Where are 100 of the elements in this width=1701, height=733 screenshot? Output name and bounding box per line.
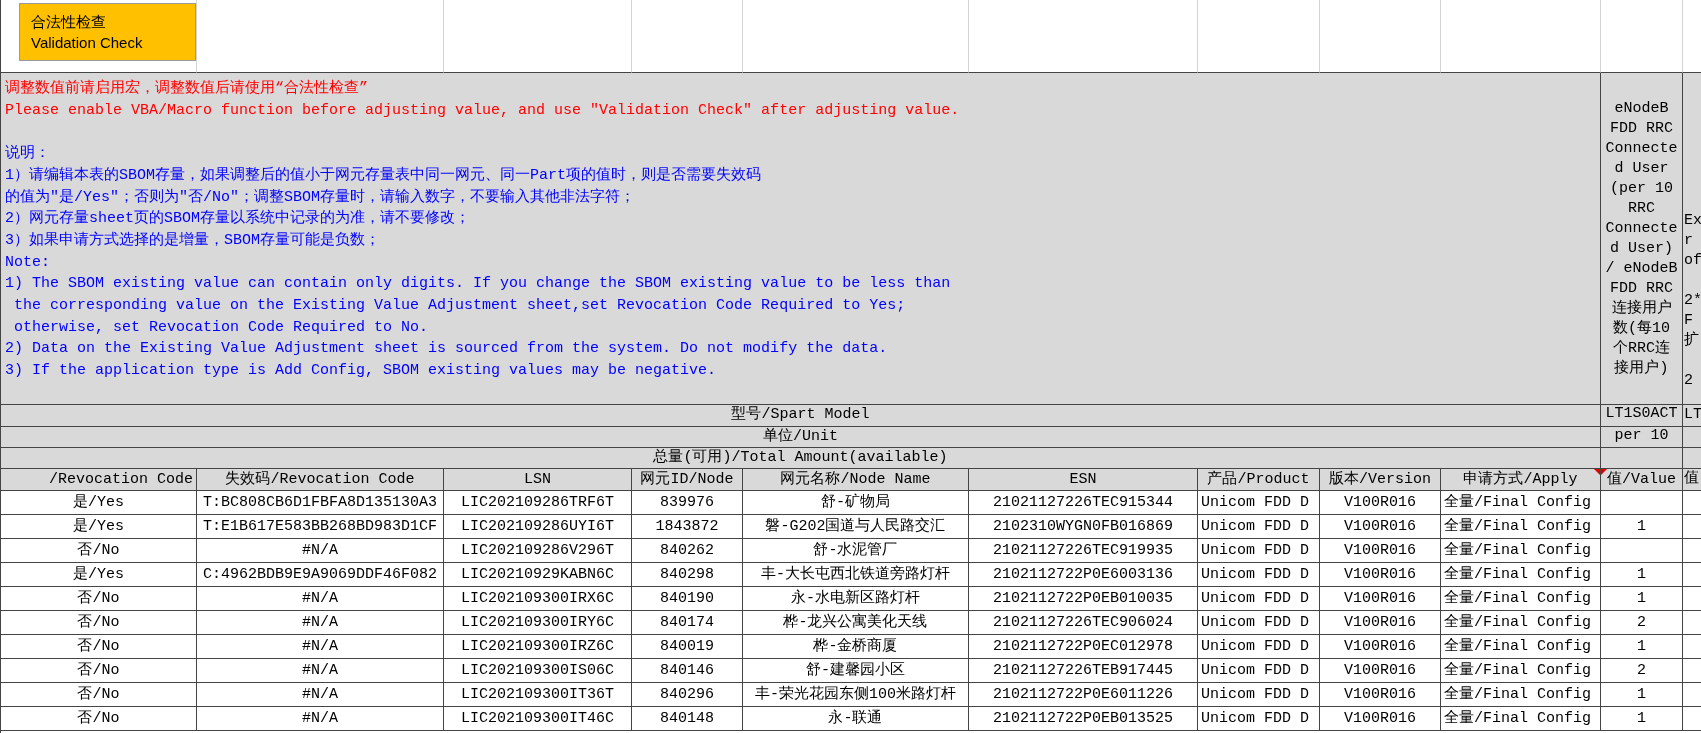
- column-header: d User): [1610, 238, 1673, 259]
- table-cell: 1: [1601, 635, 1683, 659]
- table-cell: #N/A: [197, 611, 444, 635]
- column-header: RRC: [1628, 198, 1655, 219]
- table-cell: 磐-G202国道与人民路交汇: [743, 515, 969, 539]
- column-header: 申请方式/Apply: [1441, 469, 1601, 491]
- table-cell: C:4962BDB9E9A9069DDF46F082: [197, 563, 444, 587]
- table-cell: 否/No: [1, 611, 197, 635]
- table-cell: LIC20210929KABN6C: [444, 563, 632, 587]
- table-cell: #N/A: [197, 659, 444, 683]
- table-cell: 全量/Final Config: [1441, 611, 1601, 635]
- table-cell: 舒-建馨园小区: [743, 659, 969, 683]
- table-cell: LIC202109300IT46C: [444, 707, 632, 731]
- column-header: / eNodeB: [1605, 258, 1678, 279]
- table-cell: #N/A: [197, 707, 444, 731]
- table-cell: 桦-龙兴公寓美化天线: [743, 611, 969, 635]
- table-cell: #N/A: [197, 587, 444, 611]
- table-cell: Unicom FDD D: [1198, 635, 1320, 659]
- column-header: ESN: [969, 469, 1198, 491]
- table-cell: 全量/Final Config: [1441, 659, 1601, 683]
- instruction-text: 2) Data on the Existing Value Adjustment sheet is sourced from the system. Do not modify the data.: [5, 339, 888, 360]
- table-cell: 全量/Final Config: [1441, 587, 1601, 611]
- validation-check-button[interactable]: 合法性检查 Validation Check: [19, 3, 196, 61]
- table-cell: LT1S0ACT: [1601, 405, 1683, 427]
- table-cell: T:BC808CB6D1FBFA8D135130A3: [197, 491, 444, 515]
- table-cell: V100R016: [1320, 683, 1441, 707]
- table-cell: LT: [1683, 405, 1701, 427]
- column-header: Ex: [1684, 211, 1701, 231]
- table-cell: 2102112722P0E6003136: [969, 563, 1198, 587]
- column-header: of: [1684, 251, 1701, 271]
- column-header: 网元ID/Node: [632, 469, 743, 491]
- table-cell: 全量/Final Config: [1441, 563, 1601, 587]
- table-cell: 2: [1601, 611, 1683, 635]
- instruction-text: 3) If the application type is Add Config, SBOM existing values may be negative.: [5, 361, 717, 382]
- table-cell: 是/Yes: [1, 491, 197, 515]
- table-cell: Unicom FDD D: [1198, 539, 1320, 563]
- table-cell: #N/A: [197, 539, 444, 563]
- instruction-text: 说明：: [5, 144, 50, 165]
- column-header: LSN: [444, 469, 632, 491]
- table-cell: 全量/Final Config: [1441, 683, 1601, 707]
- table-cell: 2102112722P0EC012978: [969, 635, 1198, 659]
- column-header: (per 10: [1610, 178, 1673, 199]
- table-cell: per 10: [1601, 427, 1683, 448]
- table-cell: 舒-矿物局: [743, 491, 969, 515]
- table-cell: 全量/Final Config: [1441, 539, 1601, 563]
- column-header: /Revocation Code: [1, 469, 197, 491]
- table-cell: LIC202109300IS06C: [444, 659, 632, 683]
- table-cell: V100R016: [1320, 659, 1441, 683]
- instruction-text: the corresponding value on the Existing Value Adjustment sheet,set Revocation Code Required to Yes;: [13, 296, 906, 316]
- table-cell: 840262: [632, 539, 743, 563]
- table-cell: V100R016: [1320, 539, 1441, 563]
- table-cell: V100R016: [1320, 563, 1441, 587]
- table-cell: T:E1B617E583BB268BD983D1CF: [197, 515, 444, 539]
- table-cell: Unicom FDD D: [1198, 491, 1320, 515]
- instruction-text: otherwise, set Revocation Code Required to No.: [13, 317, 429, 338]
- column-header: 产品/Product: [1198, 469, 1320, 491]
- table-cell: 21021127226TEC915344: [969, 491, 1198, 515]
- column-header: eNodeB: [1614, 98, 1669, 119]
- column-header: Connecte: [1605, 218, 1678, 239]
- table-cell: LIC202109286V296T: [444, 539, 632, 563]
- table-cell: 2102310WYGN0FB016869: [969, 515, 1198, 539]
- table-cell: V100R016: [1320, 515, 1441, 539]
- table-cell: 1: [1601, 563, 1683, 587]
- table-cell: 全量/Final Config: [1441, 707, 1601, 731]
- column-header: 网元名称/Node Name: [743, 469, 969, 491]
- table-cell: 全量/Final Config: [1441, 515, 1601, 539]
- table-cell: LIC202109300IT36T: [444, 683, 632, 707]
- table-cell: 永-联通: [743, 707, 969, 731]
- instruction-text: 3）如果申请方式选择的是增量，SBOM存量可能是负数；: [5, 230, 380, 251]
- table-cell: 桦-金桥商厦: [743, 635, 969, 659]
- table-cell: Unicom FDD D: [1198, 659, 1320, 683]
- table-cell: V100R016: [1320, 707, 1441, 731]
- table-cell: 839976: [632, 491, 743, 515]
- table-cell: 永-水电新区路灯杆: [743, 587, 969, 611]
- column-header: d User: [1614, 158, 1669, 179]
- table-cell: 840148: [632, 707, 743, 731]
- table-cell: 1: [1601, 707, 1683, 731]
- column-header: 值/Value: [1601, 469, 1683, 491]
- column-header: Connecte: [1605, 138, 1678, 159]
- table-cell: 2102112722P0EB010035: [969, 587, 1198, 611]
- table-cell: 是/Yes: [1, 515, 197, 539]
- table-cell: LIC202109300IRZ6C: [444, 635, 632, 659]
- table-cell: Unicom FDD D: [1198, 563, 1320, 587]
- table-cell: 丰-大长屯西北铁道旁路灯杆: [743, 563, 969, 587]
- instruction-text: 1) The SBOM existing value can contain only digits. If you change the SBOM existing value to be less than: [5, 274, 951, 295]
- table-cell: V100R016: [1320, 635, 1441, 659]
- table-cell: V100R016: [1320, 491, 1441, 515]
- column-header: FDD RRC: [1610, 118, 1673, 139]
- table-cell: 舒-水泥管厂: [743, 539, 969, 563]
- table-cell: V100R016: [1320, 587, 1441, 611]
- table-cell: 21021127226TEC906024: [969, 611, 1198, 635]
- instruction-text: 1）请编辑本表的SBOM存量，如果调整后的值小于网元存量表中同一网元、同一Part项的值时，则是否需要失效码: [5, 165, 761, 186]
- column-header: 值: [1683, 469, 1701, 491]
- column-header: 数(每10: [1613, 318, 1670, 339]
- column-header: 接用户): [1614, 358, 1669, 379]
- table-cell: 21021127226TEC919935: [969, 539, 1198, 563]
- instruction-text: 的值为"是/Yes"；否则为"否/No"；调整SBOM存量时，请输入数字，不要输入其他非法字符；: [5, 187, 636, 208]
- column-header: F: [1684, 311, 1694, 331]
- table-cell: 否/No: [1, 707, 197, 731]
- table-cell: 1: [1601, 683, 1683, 707]
